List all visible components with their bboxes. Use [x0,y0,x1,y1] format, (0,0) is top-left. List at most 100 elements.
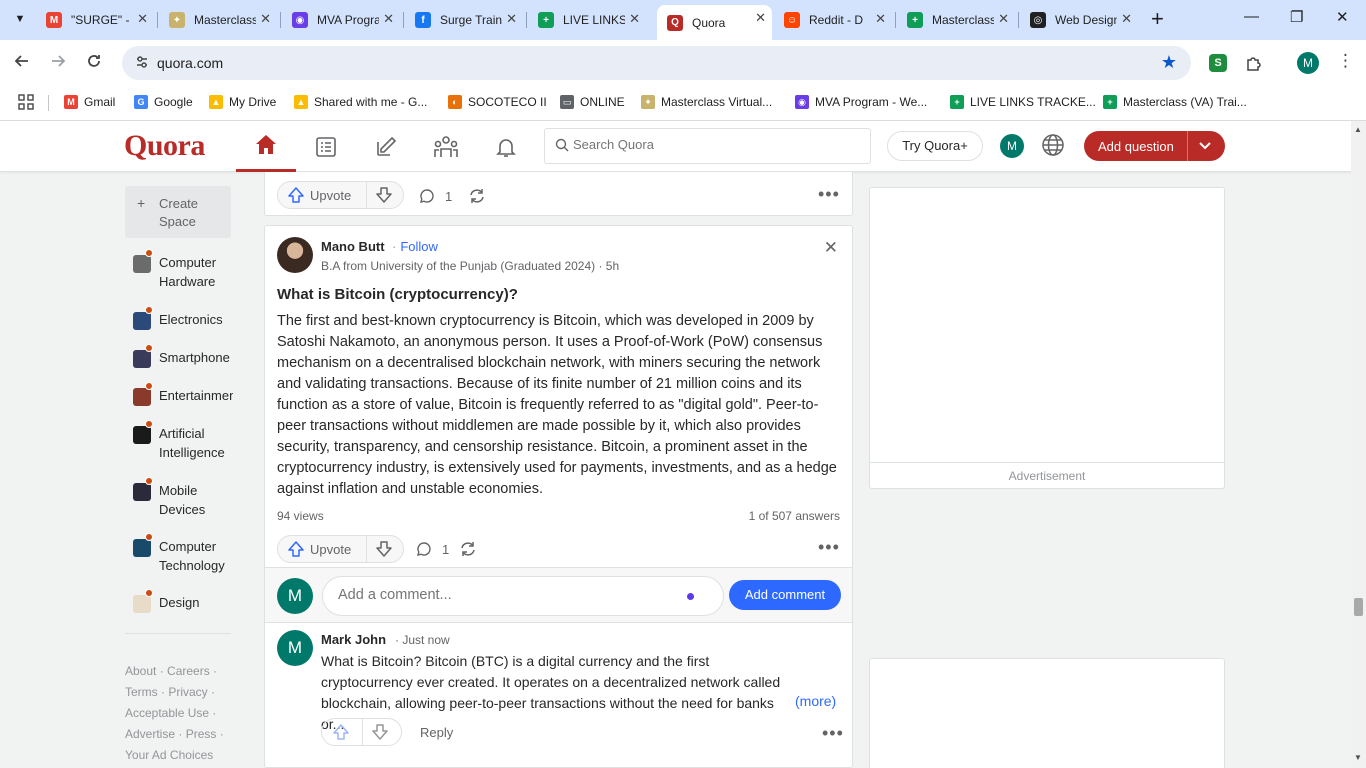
comment-more-link[interactable]: (more) [795,693,836,709]
previous-upvote-button[interactable]: Upvote [278,182,351,208]
advertisement-slot[interactable] [870,188,1224,463]
browser-tab[interactable]: ☺ Reddit - D ✕ [774,6,892,34]
follow-link[interactable]: · Follow [392,239,438,254]
minimize-icon[interactable]: — [1244,8,1259,25]
add-comment-button[interactable]: Add comment [729,580,841,610]
tab-close-icon[interactable]: ✕ [629,11,640,27]
scrollbar-thumb[interactable] [1354,598,1363,616]
browser-tab[interactable]: + Masterclass ✕ [897,6,1015,34]
browser-profile-avatar[interactable]: M [1297,52,1319,74]
try-quora-plus-button[interactable]: Try Quora+ [887,131,983,161]
tab-close-icon[interactable]: ✕ [260,11,271,27]
browser-tab[interactable]: ✦ Masterclass ✕ [159,6,277,34]
answer-nav-icon[interactable] [356,121,416,172]
comments-button[interactable]: 1 [416,541,449,557]
quora-search[interactable] [544,128,871,164]
tab-close-icon[interactable]: ✕ [755,10,766,26]
bookmark-item[interactable]: M Gmail [64,92,115,112]
author-avatar[interactable] [277,237,313,273]
scroll-up-arrow-icon[interactable]: ▲ [1354,125,1362,134]
browser-tab[interactable]: f Surge Training ✕ [405,6,523,34]
tab-close-icon[interactable]: ✕ [875,11,886,27]
comment-reply-button[interactable]: Reply [420,725,453,740]
new-tab-button[interactable]: + [1151,8,1164,30]
sidebar-space-item[interactable]: Computer Technology [133,533,243,577]
previous-more-icon[interactable]: ••• [818,185,840,203]
user-avatar[interactable]: M [1000,134,1024,158]
restore-icon[interactable]: ❐ [1290,8,1303,26]
grammar-extension-dot-icon[interactable] [687,593,694,600]
bookmark-item[interactable]: ▲ My Drive [209,92,276,112]
comment-input[interactable] [338,587,668,603]
following-nav-icon[interactable] [296,121,356,172]
browser-tab[interactable]: ◎ Web Design ✕ [1020,6,1138,34]
language-globe-icon[interactable] [1041,133,1065,162]
author-name[interactable]: Mano Butt [321,239,385,254]
footer-link-acceptable-use[interactable]: Acceptable Use [125,706,209,720]
bookmark-item[interactable]: ▲ Shared with me - G... [294,92,427,112]
comment-upvote-icon[interactable] [333,724,349,745]
footer-link-ad-choices[interactable]: Your Ad Choices [125,748,213,762]
back-icon[interactable] [13,52,31,75]
question-title[interactable]: What is Bitcoin (cryptocurrency)? [277,286,518,303]
bookmark-item[interactable]: G Google [134,92,193,112]
page-scrollbar[interactable]: ▲ ▼ [1351,121,1366,768]
url-text[interactable]: quora.com [157,55,223,71]
comment-input-wrapper[interactable] [322,576,724,616]
upvote-button[interactable]: Upvote [278,536,351,562]
tab-search-chevron-icon[interactable]: ▼ [8,7,32,31]
browser-tab[interactable]: + LIVE LINKS ✕ [528,6,646,34]
tab-close-icon[interactable]: ✕ [506,11,517,27]
address-bar[interactable]: quora.com ★ [122,46,1191,80]
sidebar-space-item[interactable]: Artificial Intelligence [133,420,243,464]
footer-link-about[interactable]: About [125,664,156,678]
tab-close-icon[interactable]: ✕ [998,11,1009,27]
footer-link-press[interactable]: Press [186,727,217,741]
site-info-icon[interactable] [134,54,150,73]
sidebar-space-item[interactable]: Computer Hardware [133,249,243,293]
window-close-icon[interactable]: ✕ [1336,8,1349,26]
tab-close-icon[interactable]: ✕ [137,11,148,27]
comment-author-avatar[interactable]: M [277,630,313,666]
add-question-button[interactable]: Add question [1084,131,1225,161]
dismiss-post-close-icon[interactable]: ✕ [824,238,838,258]
previous-downvote-icon[interactable] [376,187,392,208]
footer-link-terms[interactable]: Terms [125,685,158,699]
bookmark-item[interactable]: + Masterclass (VA) Trai... [1103,92,1247,112]
home-nav-icon[interactable] [236,121,296,172]
tab-close-icon[interactable]: ✕ [383,11,394,27]
downvote-icon[interactable] [376,541,392,562]
extension-s-icon[interactable]: S [1209,54,1227,72]
post-more-icon[interactable]: ••• [818,538,840,556]
apps-grid-icon[interactable] [18,92,34,112]
bookmark-item[interactable]: + LIVE LINKS TRACKE... [950,92,1096,112]
previous-share-icon[interactable] [468,187,486,205]
sidebar-space-item[interactable]: Mobile Devices [133,477,243,521]
comment-downvote-icon[interactable] [372,724,388,745]
browser-tab[interactable]: Q Quora ✕ [657,5,772,40]
previous-comments-button[interactable]: 1 [419,188,452,204]
bookmark-item[interactable]: ▭ ONLINE [560,92,625,112]
footer-link-advertise[interactable]: Advertise [125,727,175,741]
bookmark-star-icon[interactable]: ★ [1161,52,1177,73]
notifications-bell-icon[interactable] [476,121,536,172]
chevron-down-icon[interactable] [1198,138,1212,155]
quora-logo[interactable]: Quora [124,129,205,163]
comment-author-name[interactable]: Mark John [321,632,386,647]
comment-more-icon[interactable]: ••• [822,724,844,742]
footer-link-careers[interactable]: Careers [167,664,210,678]
answer-index[interactable]: 1 of 507 answers [749,509,840,523]
extensions-puzzle-icon[interactable] [1245,54,1263,72]
sidebar-space-item[interactable]: Design [133,589,243,633]
bookmark-item[interactable]: ✦ Masterclass Virtual... [641,92,772,112]
scroll-down-arrow-icon[interactable]: ▼ [1354,753,1362,762]
bookmark-item[interactable]: ◐ SOCOTECO II [448,92,547,112]
forward-icon[interactable] [49,52,67,75]
share-icon[interactable] [459,540,477,558]
search-input[interactable] [573,137,853,152]
browser-menu-icon[interactable]: ⋮ [1337,51,1354,71]
footer-link-privacy[interactable]: Privacy [168,685,207,699]
create-space-button[interactable]: + Create Space [125,186,231,238]
reload-icon[interactable] [85,52,103,75]
browser-tab[interactable]: ◉ MVA Program ✕ [282,6,400,34]
